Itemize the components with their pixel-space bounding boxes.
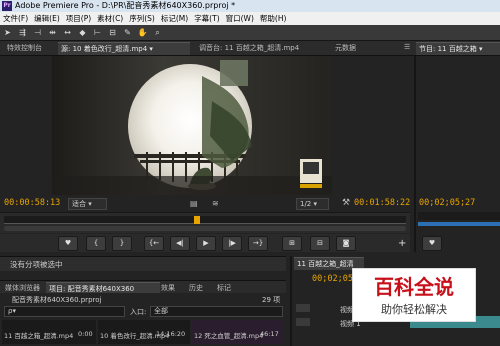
program-timecode[interactable]: 00;02;05;27 [419, 196, 475, 210]
track-visibility-icon[interactable] [296, 304, 310, 312]
tab-effect-controls[interactable]: 特效控制台 [4, 42, 62, 54]
rolling-edit-icon[interactable]: ⇹ [47, 27, 58, 38]
source-current-timecode[interactable]: 00:00:58:13 [4, 196, 60, 210]
tab-source-monitor[interactable]: 源: 10 着色改行_超清.mp4 ▾ [58, 42, 190, 55]
menu-file[interactable]: 文件(F) [0, 13, 31, 24]
go-to-out-icon[interactable]: →} [248, 236, 268, 251]
resolution-select[interactable]: 1/2 ▾ [296, 198, 329, 210]
entry-select[interactable]: 全部 [150, 306, 283, 317]
watermark-subtitle: 助你轻松解决 [381, 303, 447, 316]
source-transport-controls: ♥ { } {← ◀| ▶ |▶ →} ⊞ ⊟ ◙ + [0, 234, 410, 252]
tab-program-monitor[interactable]: 节目: 11 百越之箱 ▾ [416, 42, 500, 55]
clip-duration: 0:00 [78, 330, 93, 338]
selection-status-strip: 没有分项被选中 [0, 256, 286, 271]
resolution-label: 1/2 [300, 200, 312, 208]
project-panel: 配音秀素材640X360.prproj 29 项 ρ▾ 入口: 全部 11 百越… [0, 293, 286, 346]
rate-stretch-icon[interactable]: ↔ [62, 27, 73, 38]
menu-sequence[interactable]: 序列(S) [126, 13, 158, 24]
track-select-icon[interactable]: ⇶ [17, 27, 28, 38]
menu-clip[interactable]: 素材(C) [94, 13, 126, 24]
video-frame [52, 56, 332, 195]
project-item-count: 29 项 [262, 296, 281, 304]
play-icon[interactable]: ▶ [196, 236, 216, 251]
clip-name: 12 死之血管_超清.mp4 [194, 332, 264, 340]
source-duration: 00:01:58:22 [354, 198, 411, 208]
clip-thumbnail[interactable]: 12 死之血管_超清.mp4 46:17 [192, 320, 284, 344]
clip-thumbnail[interactable]: 10 着色改行_超清.mp4 14:16:20 [98, 320, 190, 344]
tab-metadata[interactable]: 元数据 [332, 42, 368, 54]
drag-video-icon[interactable]: ▤ [190, 199, 198, 208]
time-ruler[interactable] [4, 216, 406, 224]
project-file-name: 配音秀素材640X360.prproj [12, 296, 102, 304]
title-bar: Pr Adobe Premiere Pro - D:\PR\配音秀素材640X3… [0, 0, 500, 12]
premiere-app-icon: Pr [2, 1, 12, 11]
program-zoom-bar[interactable] [418, 222, 500, 226]
mark-in-icon[interactable]: { [86, 236, 106, 251]
source-playhead[interactable] [193, 216, 200, 224]
panel-tab-row: 特效控制台 源: 10 着色改行_超清.mp4 ▾ 调音台: 11 百越之箱_超… [0, 41, 500, 56]
source-timecode-row: 00:00:58:13 适合 ▾ ▤ ≋ 1/2 ▾ ⚒ 00:01:58:22 [0, 196, 410, 210]
window-title: Adobe Premiere Pro - D:\PR\配音秀素材640X360.… [15, 1, 236, 10]
panel-menu-icon[interactable]: ☰ [404, 44, 412, 51]
button-editor-plus-icon[interactable]: + [398, 238, 406, 249]
video-frame-image [52, 56, 332, 195]
source-scrub-area [0, 212, 410, 233]
track-visibility-icon[interactable] [296, 318, 310, 326]
clip-thumbnail[interactable]: 11 百越之箱_超清.mp4 0:00 [2, 320, 96, 344]
menu-bar: 文件(F) 编辑(E) 项目(P) 素材(C) 序列(S) 标记(M) 字幕(T… [0, 12, 500, 25]
menu-title[interactable]: 字幕(T) [191, 13, 222, 24]
menu-help[interactable]: 帮助(H) [257, 13, 290, 24]
hand-icon[interactable]: ✋ [137, 27, 148, 38]
watermark-logo: 百科全说 助你轻松解决 [352, 268, 476, 322]
clip-duration: 46:17 [260, 330, 279, 338]
zoom-scroll-bar[interactable] [4, 226, 406, 231]
slide-icon[interactable]: ⊟ [107, 27, 118, 38]
program-marker-icon[interactable]: ♥ [422, 236, 442, 251]
source-zoom-select[interactable]: 适合 ▾ [68, 198, 107, 210]
step-forward-icon[interactable]: |▶ [222, 236, 242, 251]
program-monitor: 00;02;05;27 ♥ [414, 56, 500, 252]
razor-icon[interactable]: ◆ [77, 27, 88, 38]
zoom-icon[interactable]: ⌕ [152, 27, 163, 38]
insert-icon[interactable]: ⊞ [282, 236, 302, 251]
menu-window[interactable]: 窗口(W) [223, 13, 257, 24]
source-zoom-label: 适合 [72, 200, 86, 208]
watermark-title: 百科全说 [374, 275, 454, 299]
clip-name: 11 百越之箱_超清.mp4 [4, 332, 74, 340]
program-video-area [416, 56, 500, 195]
menu-edit[interactable]: 编辑(E) [31, 13, 63, 24]
program-time-ruler[interactable] [418, 212, 500, 220]
drag-audio-icon[interactable]: ≋ [212, 199, 219, 208]
selection-icon[interactable]: ➤ [2, 27, 13, 38]
overwrite-icon[interactable]: ⊟ [310, 236, 330, 251]
no-selection-label: 没有分项被选中 [10, 260, 63, 269]
entry-label: 入口: [130, 308, 147, 316]
ripple-edit-icon[interactable]: ⊣ [32, 27, 43, 38]
marker-icon[interactable]: ♥ [58, 236, 78, 251]
clip-duration: 14:16:20 [156, 330, 186, 338]
menu-project[interactable]: 项目(P) [63, 13, 94, 24]
project-search-input[interactable]: ρ▾ [4, 306, 125, 317]
entry-select-value: 全部 [154, 307, 168, 315]
step-back-icon[interactable]: ◀| [170, 236, 190, 251]
mark-out-icon[interactable]: } [112, 236, 132, 251]
menu-marker[interactable]: 标记(M) [158, 13, 191, 24]
export-frame-icon[interactable]: ◙ [336, 236, 356, 251]
settings-wrench-icon[interactable]: ⚒ [342, 198, 350, 208]
slip-icon[interactable]: ⊢ [92, 27, 103, 38]
pen-icon[interactable]: ✎ [122, 27, 133, 38]
tools-toolbar: ➤ ⇶ ⊣ ⇹ ↔ ◆ ⊢ ⊟ ✎ ✋ ⌕ [0, 25, 500, 41]
go-to-in-icon[interactable]: {← [144, 236, 164, 251]
project-tab-row: 媒体浏览器 项目: 配音秀素材640X360 效果 历史 标记 [0, 280, 286, 295]
tab-audio-mixer[interactable]: 调音台: 11 百越之箱_超清.mp4 [196, 42, 332, 54]
